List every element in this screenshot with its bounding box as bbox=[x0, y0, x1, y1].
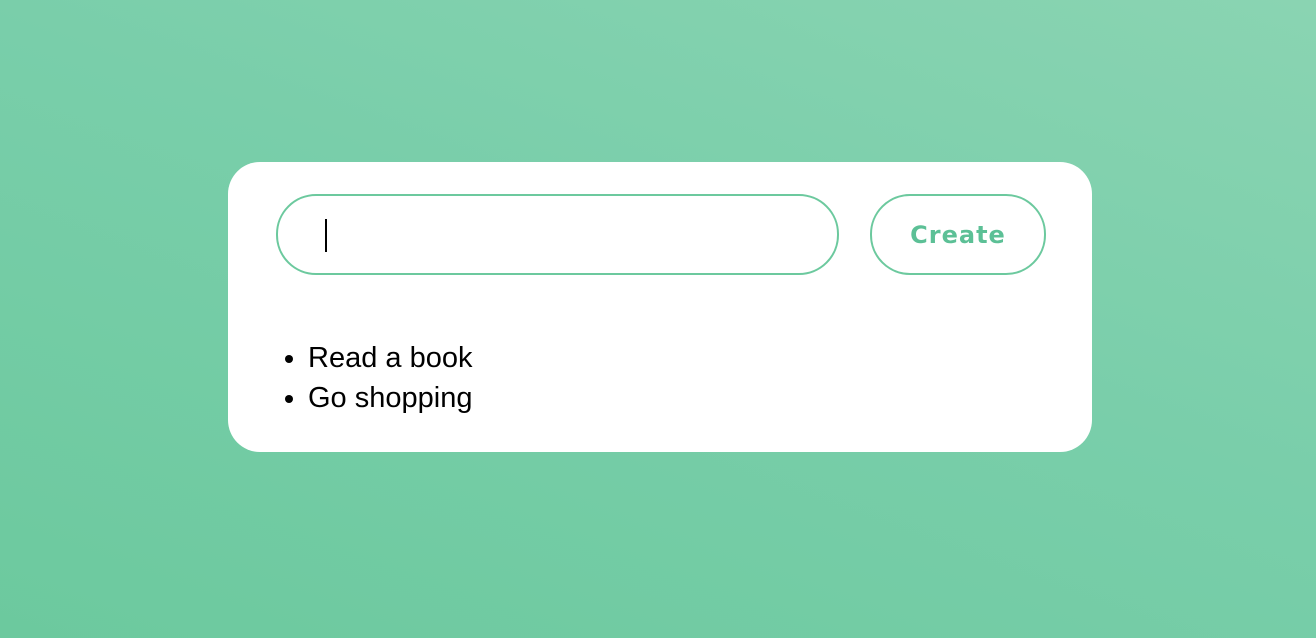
text-caret bbox=[325, 219, 327, 252]
todo-card: Create Read a book Go shopping bbox=[228, 162, 1092, 452]
list-item: Go shopping bbox=[308, 378, 472, 418]
list-item: Read a book bbox=[308, 338, 472, 378]
create-button[interactable]: Create bbox=[870, 194, 1046, 275]
new-todo-input[interactable] bbox=[276, 194, 839, 275]
todo-list: Read a book Go shopping bbox=[276, 338, 472, 418]
